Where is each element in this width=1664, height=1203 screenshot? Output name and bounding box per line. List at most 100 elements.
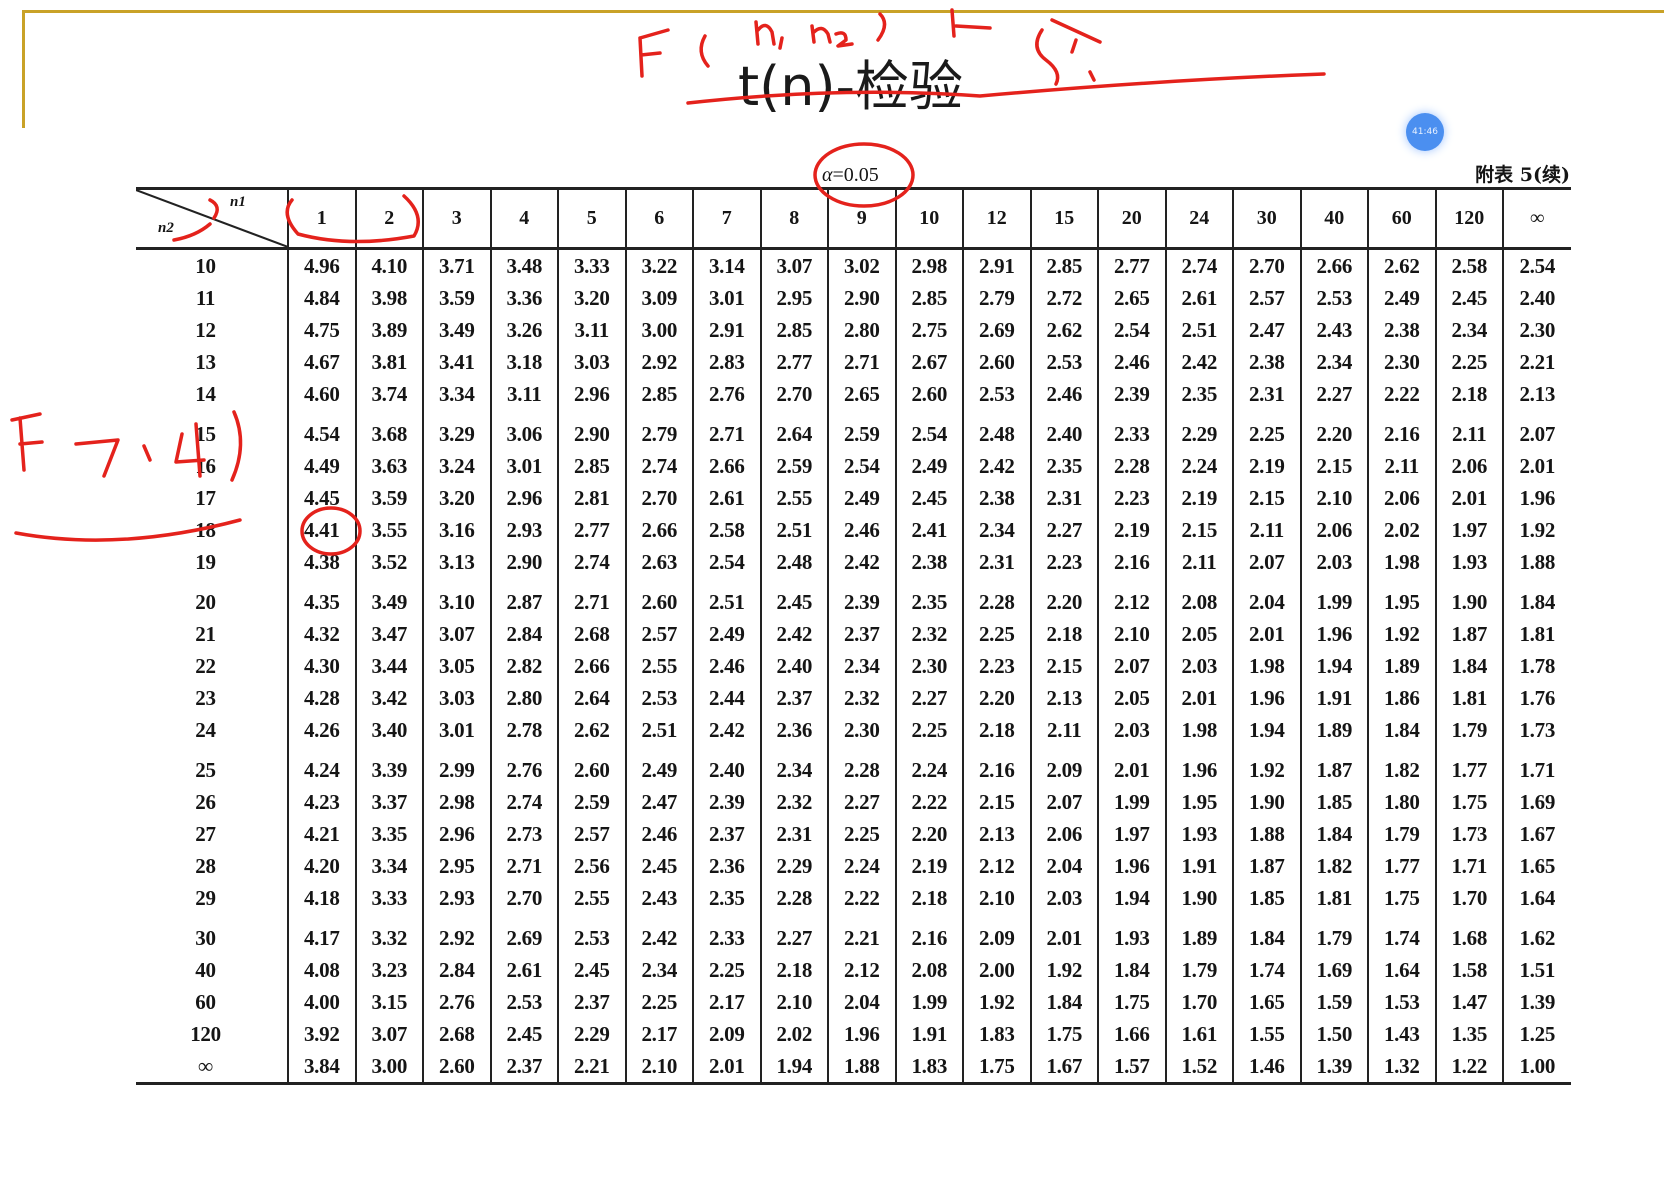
row-header: 20 [195, 589, 216, 614]
corner-col-label: n1 [230, 194, 246, 210]
table-row: 30 4.17 3.32 2.92 2.69 2.53 2.42 2.33 2.27 2.21 2.… [136, 914, 1571, 954]
table-cell: 2.74 [624, 450, 693, 482]
table-cell: 2.06 [1299, 514, 1368, 546]
table-row: 29 4.18 3.33 2.93 2.70 2.55 2.43 2.35 2.28 2.22 2.… [136, 882, 1571, 914]
table-cell: 1.94 [1232, 714, 1301, 746]
column-header: 12 [962, 187, 1031, 250]
table-cell: 2.42 [624, 914, 693, 954]
table-cell: 2.67 [894, 346, 963, 378]
table-cell: 1.75 [962, 1050, 1031, 1085]
table-cell: 1.59 [1299, 986, 1368, 1018]
table-row: 24 4.26 3.40 3.01 2.78 2.62 2.51 2.42 2.36 2.30 2.… [136, 714, 1571, 746]
table-cell: 1.57 [1097, 1050, 1166, 1085]
table-cell: 2.45 [1434, 282, 1503, 314]
table-cell: 3.84 [287, 1050, 356, 1085]
table-cell: 1.94 [759, 1050, 828, 1085]
table-cell: 2.82 [489, 650, 558, 682]
row-header: 10 [195, 253, 216, 278]
table-cell: 3.07 [759, 248, 828, 282]
table-cell: 3.81 [354, 346, 423, 378]
table-cell: 2.01 [692, 1050, 761, 1085]
table-cell: 1.76 [1502, 682, 1571, 714]
table-cell: 4.23 [287, 786, 356, 818]
table-cell: 2.11 [1164, 546, 1233, 578]
table-cell: 2.20 [1029, 578, 1098, 618]
table-cell: 1.70 [1434, 882, 1503, 914]
table-cell: 2.42 [759, 618, 828, 650]
table-cell: 2.59 [759, 450, 828, 482]
table-cell: 2.42 [827, 546, 896, 578]
table-cell: 2.40 [1029, 410, 1098, 450]
table-cell: 1.92 [1502, 514, 1571, 546]
table-cell: 1.93 [1164, 818, 1233, 850]
table-cell: 1.61 [1164, 1018, 1233, 1050]
table-cell: 2.24 [827, 850, 896, 882]
table-cell: 2.34 [624, 954, 693, 986]
table-cell: 2.30 [894, 650, 963, 682]
table-cell: 2.28 [759, 882, 828, 914]
row-header: 11 [195, 285, 216, 310]
table-row: 21 4.32 3.47 3.07 2.84 2.68 2.57 2.49 2.42 2.37 2.… [136, 618, 1571, 650]
table-cell: 3.42 [354, 682, 423, 714]
table-cell: 2.42 [692, 714, 761, 746]
table-cell: 2.05 [1164, 618, 1233, 650]
table-cell: 2.69 [489, 914, 558, 954]
table-cell: 2.42 [962, 450, 1031, 482]
table-cell: 1.67 [1502, 818, 1571, 850]
table-cell: 2.74 [1164, 248, 1233, 282]
table-cell: 2.01 [1097, 746, 1166, 786]
table-cell: 2.70 [759, 378, 828, 410]
table-cell: 1.92 [1029, 954, 1098, 986]
table-cell: 3.24 [422, 450, 491, 482]
table-cell: 3.01 [692, 282, 761, 314]
table-cell: 2.29 [1164, 410, 1233, 450]
table-cell: 1.75 [1434, 786, 1503, 818]
table-cell: 3.41 [422, 346, 491, 378]
timer-badge[interactable]: 41:46 [1406, 113, 1444, 151]
table-cell: 2.18 [894, 882, 963, 914]
table-cell: 2.66 [624, 514, 693, 546]
table-cell: 1.86 [1367, 682, 1436, 714]
table-cell: 2.71 [692, 410, 761, 450]
column-header: 20 [1097, 187, 1166, 250]
table-cell: 2.71 [557, 578, 626, 618]
table-cell: 2.19 [894, 850, 963, 882]
table-cell: 2.74 [557, 546, 626, 578]
row-header: 28 [195, 853, 216, 878]
table-cell: 1.67 [1029, 1050, 1098, 1085]
table-cell: 3.33 [354, 882, 423, 914]
table-cell: 2.30 [1502, 314, 1571, 346]
table-cell: 2.70 [489, 882, 558, 914]
f-distribution-table: n1 n2 1 2 3 4 5 6 7 8 9 10 12 15 20 24 30 40 60 120 ∞ 10 4.… [136, 187, 1571, 1085]
table-cell: 4.18 [287, 882, 356, 914]
table-cell: 1.87 [1299, 746, 1368, 786]
table-cell: 4.30 [287, 650, 356, 682]
table-cell: 2.02 [759, 1018, 828, 1050]
table-cell: 2.81 [557, 482, 626, 514]
table-cell: 2.80 [827, 314, 896, 346]
f-distribution-table-wrapper: n1 n2 1 2 3 4 5 6 7 8 9 10 12 15 20 24 30 40 60 120 ∞ 10 4.… [136, 187, 1571, 1103]
table-cell: 2.13 [1502, 378, 1571, 410]
table-cell: 3.49 [354, 578, 423, 618]
table-cell: 2.19 [1097, 514, 1166, 546]
table-cell: 2.48 [759, 546, 828, 578]
table-cell: 2.38 [962, 482, 1031, 514]
table-cell: 2.99 [422, 746, 491, 786]
table-cell: 2.30 [827, 714, 896, 746]
table-cell: 3.11 [489, 378, 558, 410]
table-cell: 2.08 [1164, 578, 1233, 618]
table-cell: 1.96 [1232, 682, 1301, 714]
table-cell: 3.02 [827, 248, 896, 282]
table-cell: 2.47 [624, 786, 693, 818]
row-header: 120 [190, 1021, 221, 1046]
table-cell: 2.41 [894, 514, 963, 546]
table-row: 17 4.45 3.59 3.20 2.96 2.81 2.70 2.61 2.55 2.49 2.… [136, 482, 1571, 514]
table-row: 18 4.41 3.55 3.16 2.93 2.77 2.66 2.58 2.51 2.46 2.… [136, 514, 1571, 546]
table-cell: 3.03 [422, 682, 491, 714]
table-cell: 2.96 [422, 818, 491, 850]
table-cell: 1.39 [1299, 1050, 1368, 1085]
table-cell: 2.38 [894, 546, 963, 578]
table-row: 22 4.30 3.44 3.05 2.82 2.66 2.55 2.46 2.40 2.34 2.… [136, 650, 1571, 682]
table-cell: 3.47 [354, 618, 423, 650]
table-cell: 2.92 [422, 914, 491, 954]
